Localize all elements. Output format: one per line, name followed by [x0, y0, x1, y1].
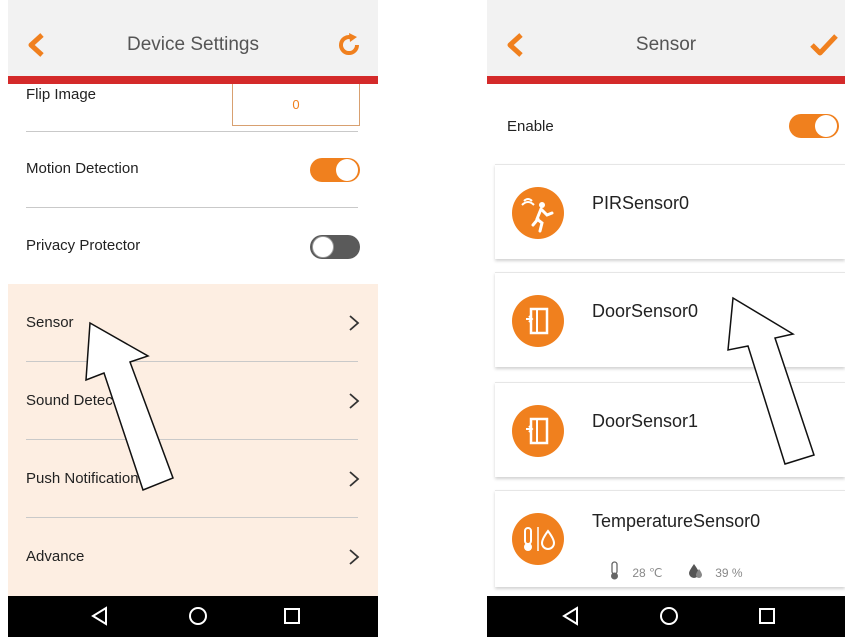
nav-recents-icon[interactable] — [755, 604, 779, 628]
annotation-arrow — [727, 296, 815, 465]
sensor-card-pir[interactable]: PIRSensor0 — [495, 164, 845, 259]
android-nav-bar — [487, 596, 845, 637]
door-sensor-icon — [512, 295, 564, 347]
nav-recents-icon[interactable] — [280, 604, 304, 628]
chevron-right-icon — [349, 471, 360, 487]
header-accent-line — [487, 76, 845, 84]
humidity-value: 39 % — [715, 565, 743, 580]
flip-image-label: Flip Image — [26, 86, 97, 103]
enable-row[interactable]: Enable — [487, 96, 845, 160]
motion-detection-toggle[interactable] — [310, 158, 360, 182]
nav-back-icon[interactable] — [559, 604, 583, 628]
page-title: Device Settings — [126, 34, 259, 55]
sensor-card-temperature[interactable]: TemperatureSensor0 28 ℃ 39 % — [495, 490, 845, 587]
sensor-name: TemperatureSensor0 — [592, 511, 761, 531]
annotation-arrow — [85, 321, 174, 491]
advance-label: Advance — [26, 548, 85, 565]
flip-image-value: 0 — [292, 97, 300, 112]
nav-home-icon[interactable] — [186, 604, 210, 628]
settings-row-advance[interactable]: Advance — [8, 518, 378, 596]
page-title: Sensor — [635, 34, 697, 55]
enable-label: Enable — [507, 118, 554, 135]
sensor-readings: 28 ℃ 39 % — [609, 561, 743, 584]
android-nav-bar — [8, 596, 378, 637]
device-settings-screen: Device Settings Flip Image 0 Motion Dete… — [8, 0, 378, 637]
header-accent-line — [8, 76, 378, 84]
motion-detection-label: Motion Detection — [26, 160, 139, 177]
motion-sensor-icon — [512, 187, 564, 239]
flip-image-field[interactable]: 0 — [232, 78, 360, 126]
privacy-protector-label: Privacy Protector — [26, 237, 141, 254]
sensor-screen: Sensor Enable PIRSensor0 DoorSensor0 Doo… — [487, 0, 845, 637]
door-sensor-icon — [512, 405, 564, 457]
chevron-right-icon — [349, 549, 360, 565]
thermometer-icon — [609, 561, 621, 584]
settings-row-privacy-protector[interactable]: Privacy Protector — [8, 207, 378, 285]
settings-row-motion-detection[interactable]: Motion Detection — [8, 130, 378, 208]
humidity-icon — [688, 563, 704, 582]
privacy-protector-toggle[interactable] — [310, 235, 360, 259]
sensor-label: Sensor — [26, 314, 74, 331]
sensor-name: DoorSensor1 — [592, 411, 699, 431]
sensor-name: DoorSensor0 — [592, 301, 699, 321]
chevron-right-icon — [349, 315, 360, 331]
app-header: Sensor — [487, 0, 845, 80]
enable-toggle[interactable] — [789, 114, 839, 138]
temperature-value: 28 ℃ — [632, 565, 663, 580]
nav-back-icon[interactable] — [88, 604, 112, 628]
chevron-right-icon — [349, 393, 360, 409]
confirm-check-icon[interactable] — [807, 28, 841, 62]
nav-home-icon[interactable] — [657, 604, 681, 628]
settings-row-flip-image[interactable]: Flip Image 0 — [8, 54, 378, 132]
sensor-name: PIRSensor0 — [592, 193, 690, 213]
temperature-humidity-icon — [512, 513, 564, 565]
